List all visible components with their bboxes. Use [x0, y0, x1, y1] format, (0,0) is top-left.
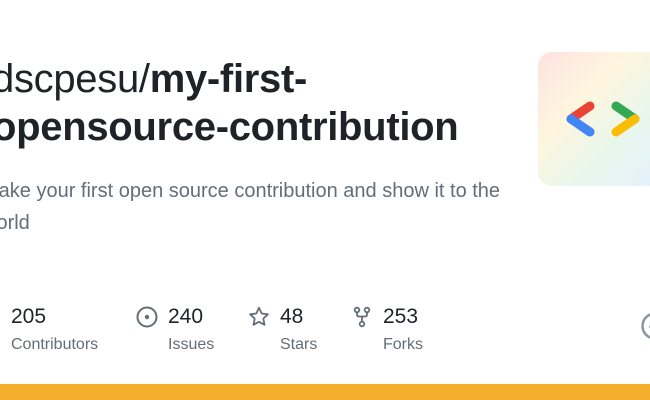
stars-count: 48 [280, 305, 304, 328]
forks-label: Forks [383, 336, 423, 353]
issue-circle-icon [136, 306, 158, 328]
contributors-label: Contributors [11, 336, 99, 353]
forks-count: 253 [383, 305, 419, 328]
language-bar-segment [0, 384, 650, 400]
repo-stats: 205 Contributors 240 Issues 48 Stars 253… [0, 302, 650, 362]
star-icon [249, 306, 269, 326]
contributors-count: 205 [11, 305, 47, 328]
repo-name-line-2: opensource-contribution [0, 105, 459, 149]
repo-social-card: dscpesu/my-first-opensource-contribution… [0, 0, 650, 400]
stars-label: Stars [280, 336, 318, 353]
repo-title: dscpesu/my-first-opensource-contribution [0, 55, 512, 151]
repo-forked-icon [353, 306, 371, 328]
issues-count: 240 [168, 305, 204, 328]
repo-name-line-1: my-first- [149, 57, 308, 101]
repo-owner: dscpesu/ [0, 57, 150, 101]
repo-description: Make your first open source contribution… [0, 180, 501, 234]
github-logo-icon [641, 313, 650, 339]
gdsc-brackets-logo-icon [566, 101, 640, 137]
issues-label: Issues [168, 336, 215, 353]
language-color-bar [0, 384, 650, 400]
gdsc-logo [538, 52, 650, 186]
